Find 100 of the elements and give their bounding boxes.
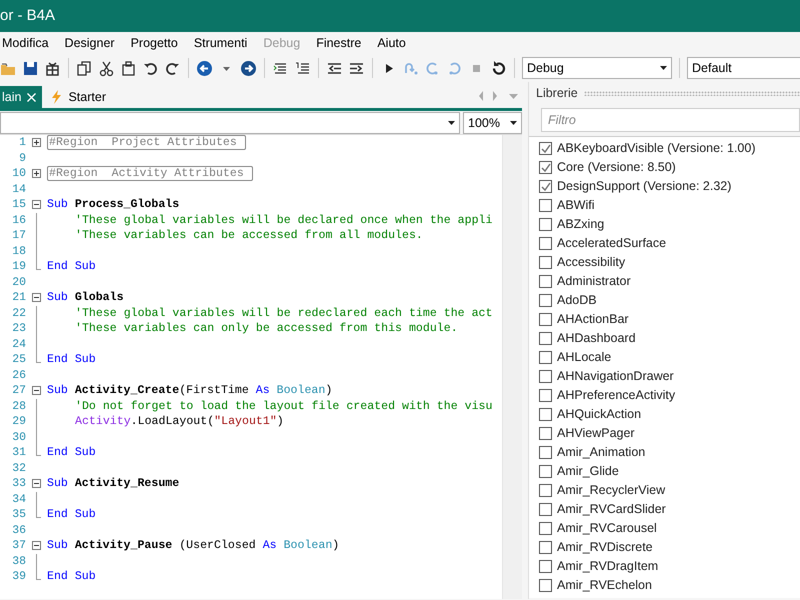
checkbox[interactable] bbox=[539, 161, 552, 174]
expand-icon[interactable] bbox=[32, 138, 41, 148]
library-name: ABZxing bbox=[557, 216, 604, 234]
line-number: 34 bbox=[11, 492, 26, 507]
code-line: Activity.LoadLayout("Layout1") bbox=[74, 414, 284, 430]
collapse-icon[interactable] bbox=[32, 386, 41, 396]
code-line: 'These variables can be accessed from all modules. bbox=[74, 228, 423, 244]
save-icon[interactable] bbox=[22, 60, 39, 76]
library-name: Core (Versione: 8.50) bbox=[557, 159, 676, 176]
code-line: End Sub bbox=[47, 569, 96, 584]
checkbox[interactable] bbox=[539, 522, 552, 535]
lightning-icon bbox=[50, 90, 62, 104]
line-number: 16 bbox=[11, 212, 26, 228]
zoom-dropdown[interactable]: 100% bbox=[463, 112, 522, 134]
checkbox[interactable] bbox=[539, 256, 552, 269]
fold-guide-line bbox=[36, 554, 37, 569]
fold-guide-line bbox=[36, 492, 37, 507]
menu-item[interactable]: Aiuto bbox=[375, 34, 408, 52]
checkbox[interactable] bbox=[539, 503, 552, 516]
checkbox[interactable] bbox=[539, 465, 552, 478]
library-name: ABKeyboardVisible (Versione: 1.00) bbox=[557, 140, 756, 158]
filter-field[interactable]: Filtro bbox=[541, 108, 800, 132]
checkbox[interactable] bbox=[539, 218, 552, 231]
checkbox[interactable] bbox=[539, 389, 552, 402]
code-line: End Sub bbox=[47, 445, 96, 460]
line-number: 25 bbox=[11, 352, 26, 368]
checkbox[interactable] bbox=[539, 408, 552, 421]
restart-icon[interactable] bbox=[490, 60, 507, 76]
collapse-icon[interactable] bbox=[32, 293, 41, 302]
menu-item[interactable]: Finestre bbox=[314, 34, 364, 52]
checkbox[interactable] bbox=[539, 351, 552, 364]
line-number: 33 bbox=[11, 476, 26, 492]
line-number: 19 bbox=[11, 259, 26, 274]
line-number: 24 bbox=[11, 336, 26, 352]
collapse-icon[interactable] bbox=[32, 541, 41, 550]
package-icon[interactable] bbox=[44, 60, 61, 76]
line-number: 27 bbox=[11, 383, 26, 398]
expand-icon[interactable] bbox=[32, 169, 41, 178]
library-name: DesignSupport (Versione: 2.32) bbox=[557, 178, 732, 196]
copy-icon[interactable] bbox=[76, 60, 93, 76]
library-name: Amir_Glide bbox=[557, 463, 619, 480]
line-number: 9 bbox=[18, 150, 26, 166]
line-number: 31 bbox=[11, 445, 26, 460]
checkbox[interactable] bbox=[539, 313, 552, 326]
checkbox[interactable] bbox=[539, 579, 552, 592]
editor-tab[interactable]: lain bbox=[0, 86, 42, 108]
paste-icon[interactable] bbox=[120, 60, 137, 76]
line-number: 21 bbox=[11, 290, 26, 306]
line-number: 30 bbox=[11, 430, 26, 445]
menu-item[interactable]: Designer bbox=[62, 34, 117, 52]
library-name: Amir_RVDiscrete bbox=[557, 539, 653, 556]
checkbox[interactable] bbox=[539, 180, 552, 193]
caret-icon bbox=[448, 121, 455, 125]
checkbox[interactable] bbox=[539, 484, 552, 497]
line-number: 10 bbox=[11, 166, 26, 182]
library-name: Amir_RecyclerView bbox=[557, 482, 666, 500]
library-name: AdoDB bbox=[557, 292, 597, 310]
close-icon[interactable] bbox=[27, 92, 36, 102]
editor-tab[interactable]: Starter bbox=[48, 86, 112, 108]
menu-item[interactable]: Progetto bbox=[128, 34, 180, 52]
checkbox[interactable] bbox=[539, 560, 552, 573]
caret-icon bbox=[510, 121, 517, 125]
menu-item[interactable]: Modifica bbox=[0, 34, 51, 52]
panel-grip[interactable] bbox=[584, 90, 800, 96]
checkbox[interactable] bbox=[539, 275, 552, 288]
checkbox[interactable] bbox=[539, 446, 552, 459]
line-number: 36 bbox=[11, 522, 26, 538]
checkbox[interactable] bbox=[539, 237, 552, 250]
code-line: 'Do not forget to load the layout file created with the visu bbox=[74, 398, 492, 414]
checkbox[interactable] bbox=[539, 294, 552, 307]
code-line: Sub Activity_Pause (UserClosed As Boolean) bbox=[47, 538, 340, 554]
code-line: 'These variables can only be accessed from this module. bbox=[74, 321, 458, 336]
menu-item[interactable]: Strumenti bbox=[192, 34, 250, 52]
library-name: AHLocale bbox=[557, 349, 612, 366]
line-number: 18 bbox=[11, 244, 26, 259]
checkbox[interactable] bbox=[539, 370, 552, 383]
library-name: AHNavigationDrawer bbox=[557, 368, 674, 386]
library-name: AHDashboard bbox=[557, 330, 636, 348]
library-name: Amir_RVCarousel bbox=[557, 520, 657, 538]
code-line: End Sub bbox=[47, 352, 96, 368]
build-config-dropdown[interactable]: Debug bbox=[522, 57, 672, 79]
device-dropdown[interactable]: Default bbox=[687, 57, 800, 79]
scissors-icon[interactable] bbox=[98, 60, 115, 76]
checkbox[interactable] bbox=[539, 427, 552, 440]
checkbox[interactable] bbox=[539, 332, 552, 345]
line-number: 22 bbox=[11, 306, 26, 321]
scrollbar[interactable] bbox=[502, 135, 522, 599]
checkbox[interactable] bbox=[539, 541, 552, 554]
library-name: AHPreferenceActivity bbox=[557, 387, 676, 404]
caret-icon bbox=[660, 66, 667, 70]
checkbox[interactable] bbox=[539, 142, 552, 155]
checkbox[interactable] bbox=[539, 199, 552, 212]
numbered-list-icon[interactable] bbox=[294, 60, 311, 76]
library-name: Amir_RVCardSlider bbox=[557, 501, 666, 518]
collapse-icon[interactable] bbox=[32, 479, 41, 488]
line-number: 35 bbox=[11, 507, 26, 522]
library-name: AHViewPager bbox=[557, 425, 635, 442]
line-number: 26 bbox=[11, 368, 26, 383]
line-number: 37 bbox=[11, 538, 26, 554]
collapse-icon[interactable] bbox=[32, 200, 41, 210]
